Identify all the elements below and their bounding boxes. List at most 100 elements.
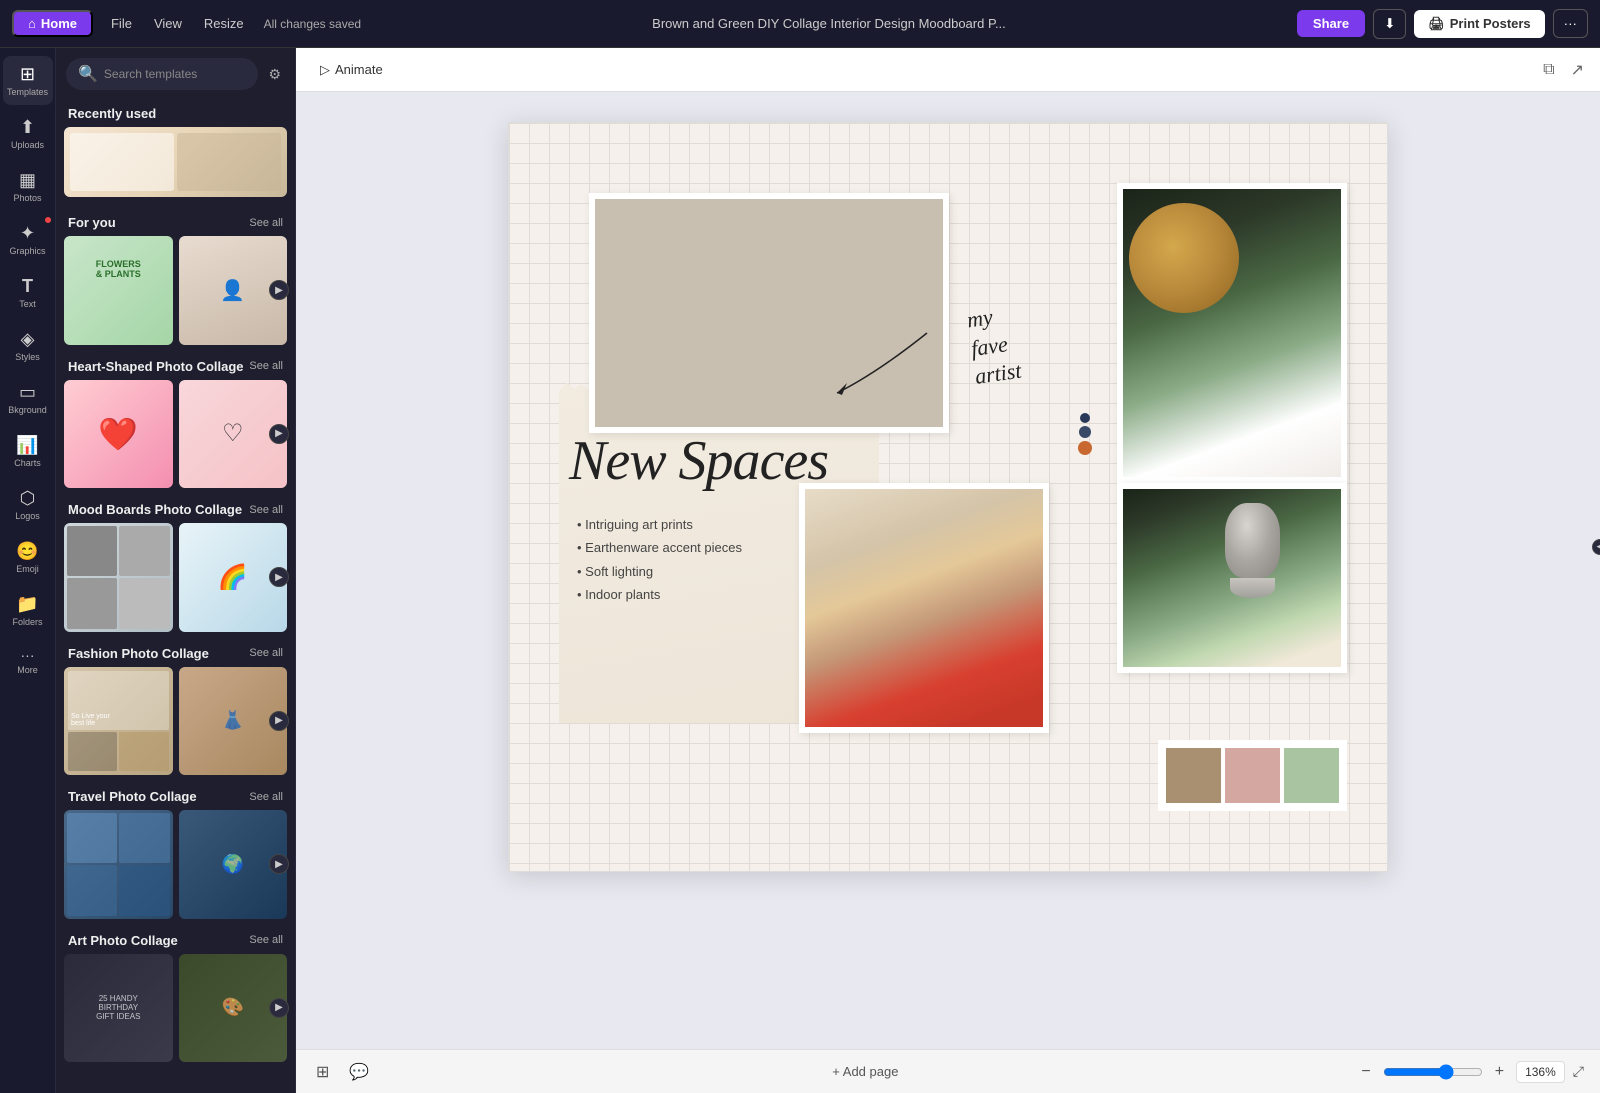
copy-icon-button[interactable]: ⧉ xyxy=(1539,56,1558,84)
fashion-collage-section: Fashion Photo Collage See all So Live yo… xyxy=(64,636,287,776)
sidebar-item-background[interactable]: ▭ Bkground xyxy=(3,374,53,423)
moodboard[interactable]: New Spaces Intriguing art prints Earthen… xyxy=(508,122,1388,872)
templates-icon: ⊞ xyxy=(20,64,35,85)
swatch-taupe xyxy=(1166,748,1221,803)
more-options-button[interactable]: ··· xyxy=(1553,9,1588,38)
heart-next-arrow[interactable]: ▶ xyxy=(269,424,289,444)
swatch-sage xyxy=(1284,748,1339,803)
sidebar-item-uploads[interactable]: ⬆ Uploads xyxy=(3,109,53,158)
sidebar-item-charts[interactable]: 📊 Charts xyxy=(3,427,53,476)
heart-collage-header: Heart-Shaped Photo Collage See all xyxy=(64,349,287,380)
fashion-next-arrow[interactable]: ▶ xyxy=(269,711,289,731)
canvas-area: ▷ Animate ⧉ ↗ xyxy=(296,48,1600,1093)
fashion-collage-title: Fashion Photo Collage xyxy=(68,646,209,661)
travel-next-arrow[interactable]: ▶ xyxy=(269,854,289,874)
recently-used-header: Recently used xyxy=(64,96,287,127)
share-button[interactable]: Share xyxy=(1297,10,1365,37)
template-card[interactable] xyxy=(64,810,173,919)
external-link-button[interactable]: ↗ xyxy=(1567,56,1588,84)
for-you-grid: FLOWERS& PLANTS 👤 ▶ xyxy=(64,236,287,345)
fashion-see-all[interactable]: See all xyxy=(249,647,283,659)
icon-rail: ⊞ Templates ⬆ Uploads ▦ Photos ✦ Graphic… xyxy=(0,48,56,1093)
graphics-icon: ✦ xyxy=(20,223,35,244)
bullet-list-area: Intriguing art prints Earthenware accent… xyxy=(577,513,777,607)
templates-panel: 🔍 ⚙ Recently used xyxy=(56,48,296,1093)
annotation-arrow xyxy=(797,313,997,433)
art-see-all[interactable]: See all xyxy=(249,934,283,946)
print-button[interactable]: 🖨 Print Posters xyxy=(1414,10,1544,38)
travel-collage-section: Travel Photo Collage See all 🌍 xyxy=(64,779,287,919)
travel-collage-grid: 🌍 ▶ xyxy=(64,810,287,919)
main-layout: ⊞ Templates ⬆ Uploads ▦ Photos ✦ Graphic… xyxy=(0,48,1600,1093)
add-page-button[interactable]: + Add page xyxy=(822,1060,908,1083)
heart-see-all[interactable]: See all xyxy=(249,360,283,372)
heart-collage-section: Heart-Shaped Photo Collage See all ❤️ ♡ … xyxy=(64,349,287,489)
moodboard-title-area[interactable]: New Spaces xyxy=(569,433,828,489)
sidebar-item-more[interactable]: ··· More xyxy=(3,639,53,683)
animate-button[interactable]: ▷ Animate xyxy=(312,57,391,83)
text-icon: T xyxy=(22,276,33,297)
topbar-right: Share ⬇ 🖨 Print Posters ··· xyxy=(1297,9,1588,39)
more-icon: ··· xyxy=(21,647,35,663)
search-box[interactable]: 🔍 xyxy=(66,58,258,90)
home-icon: ⌂ xyxy=(28,16,36,31)
bullet-item-2: Earthenware accent pieces xyxy=(577,536,777,559)
beads-decoration xyxy=(1078,413,1092,455)
travel-see-all[interactable]: See all xyxy=(249,791,283,803)
sidebar-item-folders[interactable]: 📁 Folders xyxy=(3,586,53,635)
search-icon: 🔍 xyxy=(78,64,98,84)
logos-icon: ⬡ xyxy=(20,488,36,509)
template-card[interactable]: So Live yourbest life xyxy=(64,667,173,776)
download-icon: ⬇ xyxy=(1384,16,1395,32)
view-menu[interactable]: View xyxy=(144,12,192,35)
template-card[interactable]: 25 HANDYBIRTHDAYGIFT IDEAS xyxy=(64,954,173,1063)
zoom-slider[interactable] xyxy=(1383,1064,1483,1080)
filter-button[interactable]: ⚙ xyxy=(264,62,285,87)
zoom-level-display: 136% xyxy=(1516,1061,1565,1083)
background-icon: ▭ xyxy=(19,382,36,403)
bottom-left-icons: ⊞ 💬 xyxy=(312,1058,373,1086)
folders-icon: 📁 xyxy=(16,594,38,615)
for-you-next-arrow[interactable]: ▶ xyxy=(269,280,289,300)
sidebar-item-logos[interactable]: ⬡ Logos xyxy=(3,480,53,529)
download-button[interactable]: ⬇ xyxy=(1373,9,1406,39)
sidebar-item-graphics[interactable]: ✦ Graphics xyxy=(3,215,53,264)
comment-button[interactable]: 💬 xyxy=(345,1058,373,1086)
resize-menu[interactable]: Resize xyxy=(194,12,254,35)
sidebar-item-emoji[interactable]: 😊 Emoji xyxy=(3,533,53,582)
moodboard-title: New Spaces xyxy=(569,433,828,489)
for-you-section: For you See all FLOWERS& PLANTS 👤 ▶ xyxy=(64,205,287,345)
for-you-see-all[interactable]: See all xyxy=(249,217,283,229)
canvas-corner-icons: ⧉ ↗ xyxy=(1539,56,1588,84)
template-card[interactable]: ❤️ xyxy=(64,380,173,489)
search-area: 🔍 ⚙ xyxy=(56,48,295,96)
canvas-scroll[interactable]: New Spaces Intriguing art prints Earthen… xyxy=(296,92,1600,1049)
sidebar-item-styles[interactable]: ◈ Styles xyxy=(3,321,53,370)
boho-photo[interactable] xyxy=(799,483,1049,733)
zoom-minus-button[interactable]: − xyxy=(1357,1063,1374,1081)
grid-view-button[interactable]: ⊞ xyxy=(312,1058,333,1086)
mood-see-all[interactable]: See all xyxy=(249,504,283,516)
home-button[interactable]: ⌂ Home xyxy=(12,10,93,37)
zoom-plus-button[interactable]: + xyxy=(1491,1063,1508,1081)
for-you-title: For you xyxy=(68,215,116,230)
fashion-collage-grid: So Live yourbest life 👗 ▶ xyxy=(64,667,287,776)
file-menu[interactable]: File xyxy=(101,12,142,35)
doc-title: Brown and Green DIY Collage Interior Des… xyxy=(369,16,1289,31)
fullscreen-button[interactable]: ⤢ xyxy=(1573,1063,1584,1080)
panel-content: Recently used For you See all FLO xyxy=(56,96,295,1093)
recently-used-title: Recently used xyxy=(68,106,156,121)
template-card[interactable]: FLOWERS& PLANTS xyxy=(64,236,173,345)
art-next-arrow[interactable]: ▶ xyxy=(269,998,289,1018)
search-input[interactable] xyxy=(104,67,247,81)
topbar: ⌂ Home File View Resize All changes save… xyxy=(0,0,1600,48)
recently-used-card[interactable] xyxy=(64,127,287,197)
template-card[interactable] xyxy=(64,523,173,632)
gold-circle-decoration xyxy=(1129,203,1239,313)
for-you-header: For you See all xyxy=(64,205,287,236)
mood-next-arrow[interactable]: ▶ xyxy=(269,567,289,587)
color-swatches xyxy=(1158,740,1347,811)
sidebar-item-text[interactable]: T Text xyxy=(3,268,53,317)
sidebar-item-photos[interactable]: ▦ Photos xyxy=(3,162,53,211)
sidebar-item-templates[interactable]: ⊞ Templates xyxy=(3,56,53,105)
